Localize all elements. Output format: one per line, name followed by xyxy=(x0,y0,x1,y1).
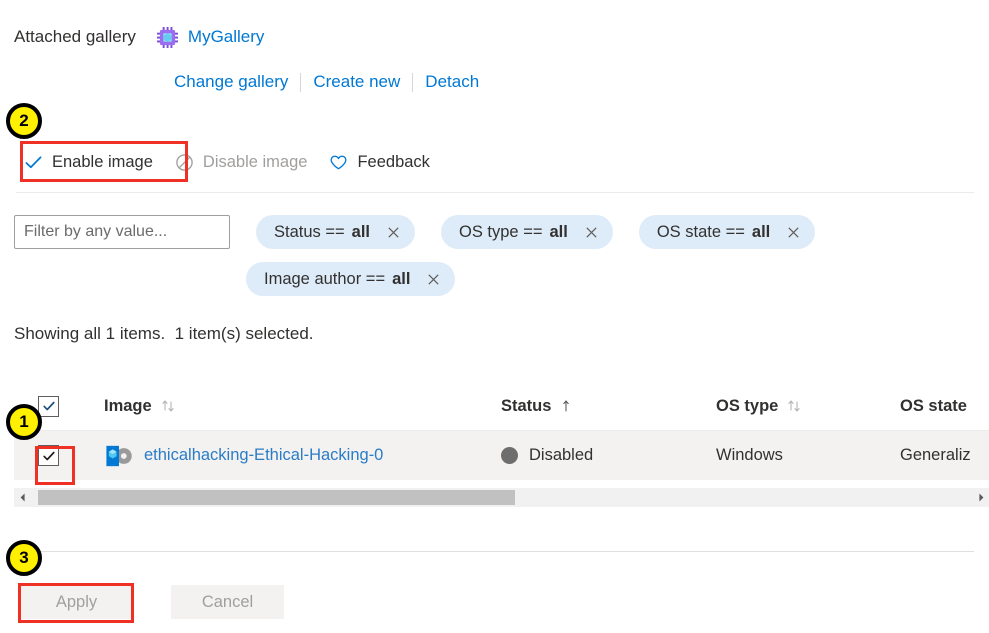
table-row[interactable]: ethicalhacking-Ethical-Hacking-0 Disable… xyxy=(14,431,989,480)
cell-image: ethicalhacking-Ethical-Hacking-0 xyxy=(104,443,501,469)
scrollbar-track[interactable] xyxy=(31,488,972,507)
filter-bar: Status == all OS type == all OS state ==… xyxy=(14,215,974,296)
sort-both-icon xyxy=(161,398,175,414)
column-header-os-state[interactable]: OS state xyxy=(900,397,989,416)
annotation-marker-2: 2 xyxy=(6,103,42,139)
select-all-checkbox[interactable] xyxy=(38,395,59,417)
column-header-status[interactable]: Status xyxy=(501,397,716,416)
feedback-button[interactable]: Feedback xyxy=(319,144,441,180)
filter-pill-value: all xyxy=(351,222,370,241)
select-all-cell xyxy=(14,395,104,417)
change-gallery-link[interactable]: Change gallery xyxy=(174,72,288,92)
sort-both-icon xyxy=(787,398,801,414)
filter-pill-value: all xyxy=(392,269,411,288)
filter-pill-field: OS type == xyxy=(459,222,543,241)
feedback-label: Feedback xyxy=(357,152,430,171)
os-type-text: Windows xyxy=(716,446,783,464)
disable-image-button: Disable image xyxy=(165,144,320,180)
column-header-label: OS state xyxy=(900,396,967,415)
status-text: Disabled xyxy=(529,446,594,464)
column-header-label: Status xyxy=(501,396,552,415)
close-icon[interactable] xyxy=(786,225,801,240)
command-bar-divider xyxy=(16,192,974,193)
close-icon[interactable] xyxy=(584,225,599,240)
block-icon xyxy=(175,153,194,172)
table-header-row: Image Status OS type OS state xyxy=(14,382,989,431)
apply-button[interactable]: Apply xyxy=(20,585,133,619)
divider xyxy=(412,72,414,92)
close-icon[interactable] xyxy=(386,225,401,240)
filter-pill-field: Image author == xyxy=(264,269,386,288)
row-select-cell xyxy=(14,445,104,466)
footer-divider xyxy=(14,551,974,552)
filter-pill-value: all xyxy=(751,222,771,241)
divider xyxy=(300,72,302,92)
filter-pill-field: OS state == xyxy=(656,222,745,241)
sort-asc-icon xyxy=(560,398,574,414)
cell-os-state: Generaliz xyxy=(900,446,989,465)
command-bar: Enable image Disable image Feedback xyxy=(14,144,442,180)
filter-line-primary: Status == all OS type == all OS state ==… xyxy=(14,215,974,249)
enable-image-label: Enable image xyxy=(52,152,153,171)
search-input[interactable] xyxy=(14,215,230,249)
image-name-link[interactable]: ethicalhacking-Ethical-Hacking-0 xyxy=(144,446,383,465)
vm-image-icon xyxy=(104,443,133,469)
filter-pill-value: all xyxy=(549,222,568,241)
detach-link[interactable]: Detach xyxy=(425,72,479,92)
gallery-name-link[interactable]: MyGallery xyxy=(188,27,265,47)
compute-gallery-icon xyxy=(156,26,178,48)
row-checkbox[interactable] xyxy=(38,445,59,466)
os-state-text: Generaliz xyxy=(900,446,971,464)
filter-line-secondary: Image author == all xyxy=(14,262,974,296)
attached-gallery-label: Attached gallery xyxy=(14,27,136,46)
chevron-left-icon[interactable] xyxy=(14,488,31,507)
scrollbar-thumb[interactable] xyxy=(38,490,515,505)
cell-status: Disabled xyxy=(501,446,716,465)
annotation-marker-3: 3 xyxy=(6,540,42,576)
cell-os-type: Windows xyxy=(716,446,900,465)
disable-image-label: Disable image xyxy=(202,152,308,171)
enable-image-button[interactable]: Enable image xyxy=(14,144,165,180)
results-summary: Showing all 1 items. 1 item(s) selected. xyxy=(14,324,314,343)
column-header-label: Image xyxy=(104,396,152,415)
filter-pill-field: Status == xyxy=(274,222,345,241)
attached-gallery-row: Attached gallery MyGallery xyxy=(14,24,264,50)
filter-pill-image-author[interactable]: Image author == all xyxy=(246,262,456,296)
heart-icon xyxy=(329,153,348,172)
create-new-link[interactable]: Create new xyxy=(313,72,400,92)
column-header-os-type[interactable]: OS type xyxy=(716,397,900,416)
chevron-right-icon[interactable] xyxy=(972,488,989,507)
filter-pill-status[interactable]: Status == all xyxy=(256,215,415,249)
close-icon[interactable] xyxy=(426,272,441,287)
checkmark-icon xyxy=(24,153,43,172)
column-header-label: OS type xyxy=(716,396,779,415)
footer-actions: Apply Cancel xyxy=(20,585,284,619)
cancel-button[interactable]: Cancel xyxy=(171,585,284,619)
status-indicator-icon xyxy=(501,447,518,464)
gallery-actions: Change gallery Create new Detach xyxy=(174,70,479,94)
horizontal-scrollbar[interactable] xyxy=(14,488,989,507)
filter-pill-os-state[interactable]: OS state == all xyxy=(638,215,816,249)
filter-pill-os-type[interactable]: OS type == all xyxy=(441,215,613,249)
images-table: Image Status OS type OS state ethicalhac… xyxy=(14,382,989,480)
column-header-image[interactable]: Image xyxy=(104,397,501,416)
